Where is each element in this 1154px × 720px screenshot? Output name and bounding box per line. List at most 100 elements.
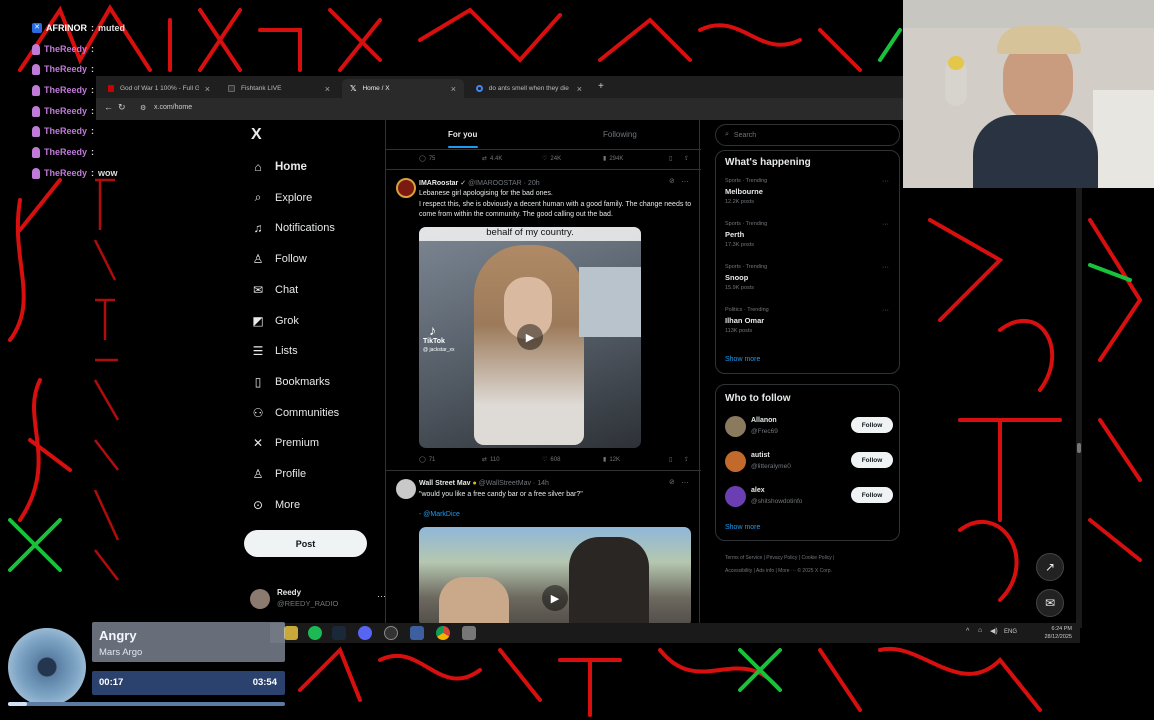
- trend-item[interactable]: Sports · Trending Snoop 15.9K posts ···: [725, 264, 893, 291]
- repost-button[interactable]: ⇄ 4.4K: [482, 155, 502, 163]
- url-text[interactable]: x.com/home: [154, 104, 192, 111]
- follow-suggestion[interactable]: autist @litteralyme0 Follow: [725, 450, 893, 476]
- nav-item-bookmarks[interactable]: ▯ Bookmarks: [251, 372, 330, 392]
- nav-item-chat[interactable]: ✉ Chat: [251, 280, 298, 300]
- trend-name: Ilhan Omar: [725, 316, 765, 325]
- scrollbar-thumb[interactable]: [1077, 443, 1081, 453]
- nav-item-home[interactable]: ⌂ Home: [251, 157, 307, 177]
- tab-title: Home / X: [362, 85, 390, 92]
- steam-icon[interactable]: [332, 626, 346, 640]
- bookmark-button[interactable]: ▯: [669, 456, 672, 463]
- tab-following[interactable]: Following: [603, 130, 637, 139]
- browser-tab-active[interactable]: 𝕏 Home / X ×: [342, 79, 464, 98]
- reply-button[interactable]: ◯ 71: [419, 456, 435, 464]
- nav-item-lists[interactable]: ☰ Lists: [251, 341, 298, 361]
- tray-arrow-icon[interactable]: ^: [966, 628, 969, 635]
- follow-suggestion[interactable]: alex @shitshowdotinfo Follow: [725, 485, 893, 511]
- share-button[interactable]: ⇪: [684, 155, 689, 162]
- nav-item-explore[interactable]: ⌕ Explore: [251, 188, 313, 208]
- app-icon[interactable]: [462, 626, 476, 640]
- nav-item-grok[interactable]: ◩ Grok: [251, 311, 299, 331]
- tab-close-icon[interactable]: ×: [577, 84, 582, 94]
- post-button[interactable]: Post: [244, 530, 367, 557]
- views-button[interactable]: ▮ 294K: [603, 155, 623, 163]
- play-icon[interactable]: ▶: [517, 324, 543, 350]
- account-name: autist: [751, 452, 770, 459]
- like-button[interactable]: ♡ 24K: [542, 155, 561, 163]
- tweet[interactable]: Wall Street Mav ● @WallStreetMav · 14h ·…: [386, 470, 701, 623]
- more-dots-icon[interactable]: ···: [882, 178, 889, 185]
- reply-button[interactable]: ◯ 75: [419, 155, 435, 163]
- more-dots-icon[interactable]: ···: [681, 177, 689, 186]
- search-input[interactable]: ⌕ Search: [715, 124, 900, 146]
- trend-name: Melbourne: [725, 187, 763, 196]
- tab-close-icon[interactable]: ×: [205, 84, 210, 94]
- grok-floating-button[interactable]: ↗: [1036, 553, 1064, 581]
- follow-button[interactable]: Follow: [851, 487, 893, 503]
- browser-tab[interactable]: do ants smell when they die - G ×: [468, 79, 590, 98]
- show-more-link[interactable]: Show more: [725, 356, 760, 363]
- tab-close-icon[interactable]: ×: [325, 84, 330, 94]
- follow-suggestion[interactable]: Allanon @Frec69 Follow: [725, 415, 893, 441]
- browser-tab[interactable]: Fishtank LIVE ×: [220, 79, 338, 98]
- x-logo[interactable]: X: [251, 126, 262, 144]
- show-more-link[interactable]: Show more: [725, 524, 760, 531]
- network-icon[interactable]: ⌂: [978, 627, 982, 634]
- grok-icon[interactable]: ⊘: [669, 177, 675, 185]
- tweet-author-name[interactable]: Wall Street Mav: [419, 480, 470, 487]
- repost-button[interactable]: ⇄ 110: [482, 456, 500, 464]
- nav-item-communities[interactable]: ⚇ Communities: [251, 403, 340, 423]
- nav-item-follow[interactable]: ♙ Follow: [251, 249, 307, 269]
- share-button[interactable]: ⇪: [684, 456, 689, 463]
- tweet-author-name[interactable]: IMARoostar: [419, 180, 458, 187]
- tab-close-icon[interactable]: ×: [451, 84, 456, 94]
- more-dots-icon[interactable]: ···: [681, 478, 689, 487]
- messages-floating-button[interactable]: ✉: [1036, 589, 1064, 617]
- grok-icon[interactable]: ⊘: [669, 478, 675, 486]
- bookmark-button[interactable]: ▯: [669, 155, 672, 162]
- more-dots-icon[interactable]: ···: [882, 264, 889, 271]
- site-info-icon[interactable]: ⚙: [140, 104, 146, 112]
- chrome-icon[interactable]: [436, 626, 450, 640]
- browser-tab[interactable]: God of War 1 100% - Full Game ×: [100, 79, 218, 98]
- spotify-icon[interactable]: [308, 626, 322, 640]
- account-handle: @litteralyme0: [751, 463, 791, 470]
- reload-icon[interactable]: ↻: [118, 102, 126, 113]
- home-timeline: For you Following ◯ 75 ⇄ 4.4K ♡ 24K ▮ 294K ▯…: [385, 120, 701, 623]
- volume-icon[interactable]: ◀): [990, 627, 998, 635]
- like-button[interactable]: ♡ 608: [542, 456, 560, 464]
- account-switcher[interactable]: Reedy @REEDY_RADIO ···: [250, 587, 386, 611]
- scrollbar[interactable]: [1076, 188, 1082, 628]
- more-dots-icon[interactable]: ···: [882, 221, 889, 228]
- nav-item-premium[interactable]: ✕ Premium: [251, 433, 319, 453]
- taskbar-clock[interactable]: 6:24 PM 28/12/2025: [1044, 625, 1072, 641]
- trend-item[interactable]: Politics · Trending Ilhan Omar 113K posts ·…: [725, 307, 893, 334]
- trend-category: Sports · Trending: [725, 264, 768, 270]
- tab-for-you[interactable]: For you: [448, 130, 477, 139]
- follow-button[interactable]: Follow: [851, 452, 893, 468]
- footer-line[interactable]: Accessibility | Ads info | More ··· © 20…: [725, 565, 895, 578]
- trend-item[interactable]: Sports · Trending Perth 17.3K posts ···: [725, 221, 893, 248]
- follow-button[interactable]: Follow: [851, 417, 893, 433]
- tweet-video[interactable]: ▶: [419, 527, 691, 623]
- trend-name: Perth: [725, 230, 745, 239]
- nav-item-profile[interactable]: ♙ Profile: [251, 464, 307, 484]
- tweet-video[interactable]: behalf of my country. ♪ TikTok @ jacksta…: [419, 227, 641, 448]
- mention-link[interactable]: - @MarkDice: [419, 511, 460, 518]
- nav-item-more[interactable]: ⊙ More: [251, 495, 300, 515]
- browser-address-bar[interactable]: ← ↻ ⚙ x.com/home: [96, 98, 903, 120]
- obs-icon[interactable]: [384, 626, 398, 640]
- tweet[interactable]: IMARoostar ✓ @IMAROOSTAR · 20h ··· ⊘ Leb…: [386, 169, 701, 469]
- new-tab-button[interactable]: +: [598, 81, 604, 92]
- discord-icon[interactable]: [358, 626, 372, 640]
- play-icon[interactable]: ▶: [542, 585, 568, 611]
- trend-item[interactable]: Sports · Trending Melbourne 12.2K posts ···: [725, 178, 893, 205]
- more-dots-icon[interactable]: ···: [882, 307, 889, 314]
- footer-line[interactable]: Terms of Service | Privacy Policy | Cook…: [725, 552, 895, 565]
- views-button[interactable]: ▮ 12K: [603, 456, 620, 464]
- app-icon[interactable]: [410, 626, 424, 640]
- chat-separator: :: [91, 85, 95, 96]
- nav-item-notifications[interactable]: ♫ Notifications: [251, 218, 335, 238]
- language-indicator[interactable]: ENG: [1004, 629, 1017, 635]
- back-icon[interactable]: ←: [104, 102, 113, 112]
